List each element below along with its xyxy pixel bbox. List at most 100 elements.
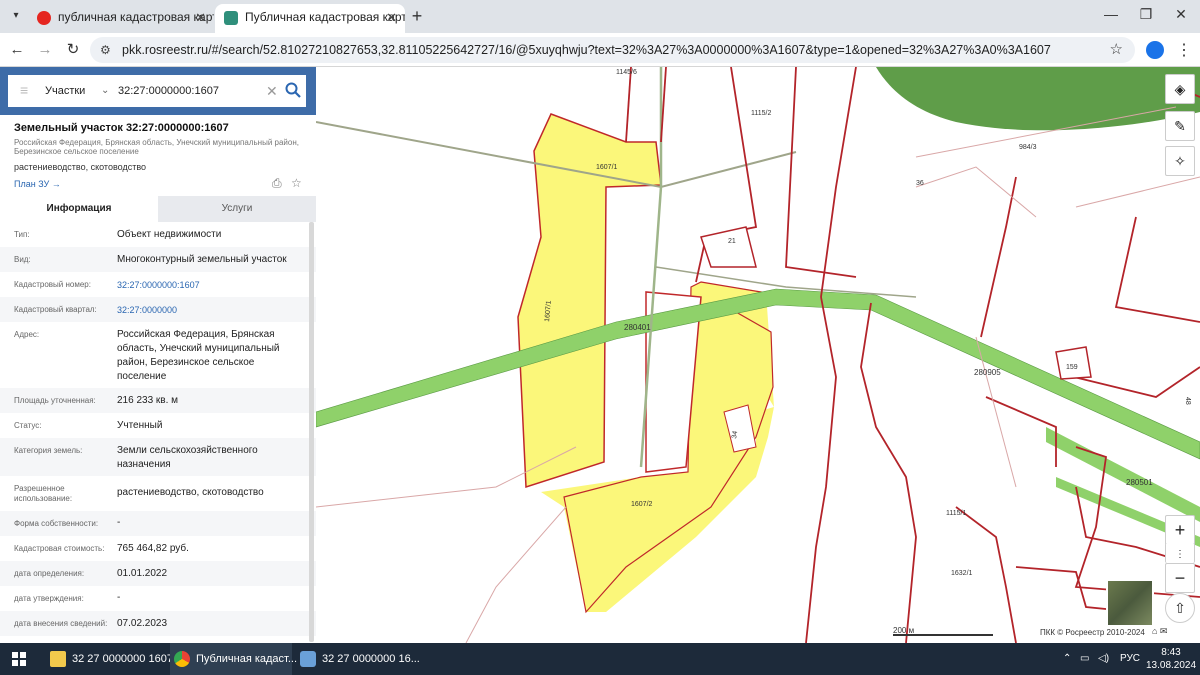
taskbar-item-viewer[interactable]: 32 27 0000000 16... [296, 643, 420, 675]
browser-tab-active[interactable]: Публичная кадастровая карта ✕ [215, 4, 405, 33]
browser-tab[interactable]: публичная кадастровая карта ✕ [28, 4, 214, 33]
reload-icon[interactable]: ↻ [63, 40, 83, 60]
search-input[interactable]: 32:27:0000000:1607 [118, 75, 219, 107]
info-row: Кадастровый квартал: 32:27:0000000 [0, 297, 316, 322]
close-tab-icon[interactable]: ✕ [386, 4, 397, 31]
map-label: 1115/2 [751, 110, 771, 117]
taskbar-label: 32 27 0000000 1607 [72, 653, 173, 665]
favorite-star-icon[interactable]: ☆ [291, 176, 302, 190]
info-row: дата определения: 01.01.2022 [0, 561, 316, 586]
volume-icon[interactable]: ◁) [1098, 643, 1109, 675]
info-value: 07.02.2023 [117, 618, 168, 629]
address-toolbar: ← → ↻ ⚙ pkk.rosreestr.ru/#/search/52.810… [0, 33, 1200, 67]
info-key: дата определения: [14, 569, 85, 578]
tab-search-chevron-icon[interactable]: ▾ [6, 6, 26, 26]
map-label: 984/3 [1019, 144, 1037, 151]
map-canvas[interactable]: 1145/6 1115/2 984/3 36 1607/1 1607/1 21 … [316, 67, 1200, 643]
plan-link[interactable]: План ЗУ → [14, 179, 61, 189]
menu-hamburger-icon[interactable]: ≡ [20, 83, 32, 97]
map-label: 1607/1 [596, 164, 618, 171]
parcel-title: Земельный участок 32:27:0000000:1607 [14, 122, 229, 134]
map-label: 36 [916, 180, 924, 187]
info-value: Многоконтурный земельный участок [117, 254, 287, 265]
parcel-21 [700, 226, 757, 268]
yandex-favicon-icon [37, 11, 51, 25]
layers-icon[interactable]: ◈ [1165, 74, 1195, 104]
cadastral-number-link[interactable]: 32:27:0000000:1607 [117, 278, 302, 292]
satellite-basemap-thumbnail[interactable] [1106, 579, 1154, 627]
info-key: Кадастровый квартал: [14, 305, 97, 314]
close-tab-icon[interactable]: ✕ [195, 4, 206, 31]
cadastral-quarter-link[interactable]: 32:27:0000000 [117, 303, 302, 317]
map-label: 48 [1184, 397, 1191, 405]
url-text: pkk.rosreestr.ru/#/search/52.81027210827… [122, 43, 1051, 57]
profile-avatar-icon[interactable] [1146, 41, 1164, 59]
search-icon[interactable] [284, 81, 302, 99]
tab-information[interactable]: Информация [0, 196, 158, 222]
folder-icon [50, 651, 66, 667]
info-key: Адрес: [14, 330, 40, 339]
info-key: Разрешенное использование: [14, 484, 73, 503]
locate-icon[interactable]: ✧ [1165, 146, 1195, 176]
search-box: ≡ Участки ⌄ 32:27:0000000:1607 ✕ [8, 75, 306, 107]
site-info-icon[interactable]: ⚙ [100, 37, 111, 63]
map-label: 34 [731, 430, 739, 439]
info-row: Разрешенное использование: растениеводст… [0, 476, 316, 511]
browser-tab-strip: ▾ публичная кадастровая карта ✕ Публична… [0, 0, 1200, 33]
taskbar-item-folder[interactable]: 32 27 0000000 1607 [46, 643, 173, 675]
new-tab-icon[interactable]: + [406, 5, 428, 27]
info-key: Категория земель: [14, 446, 83, 455]
language-indicator[interactable]: РУС [1120, 643, 1140, 675]
clear-icon[interactable]: ✕ [266, 75, 278, 107]
info-key: Тип: [14, 230, 30, 239]
parcel-1607-1 [517, 113, 662, 489]
zoom-out-icon[interactable]: − [1165, 563, 1195, 593]
print-icon[interactable]: ⎙ [272, 176, 282, 190]
home-icon[interactable]: ⌂ ✉ [1152, 626, 1167, 637]
address-bar[interactable]: ⚙ pkk.rosreestr.ru/#/search/52.810272108… [90, 37, 1135, 63]
map-label: 159 [1066, 364, 1078, 371]
chevron-down-icon[interactable]: ⌄ [101, 75, 109, 107]
card-actions: ⎙ ☆ [272, 176, 302, 191]
tab-services[interactable]: Услуги [158, 196, 316, 222]
search-type-select[interactable]: Участки [45, 75, 85, 107]
back-arrow-icon[interactable]: ← [7, 40, 27, 60]
minimize-icon[interactable]: — [1096, 6, 1126, 22]
info-key: Форма собственности: [14, 519, 99, 528]
taskbar-item-chrome[interactable]: Публичная кадаст... [170, 643, 297, 675]
photo-viewer-icon [300, 651, 316, 667]
close-window-icon[interactable]: ✕ [1166, 6, 1196, 23]
info-value: 216 233 кв. м [117, 395, 179, 406]
bookmark-star-icon[interactable]: ☆ [1110, 37, 1123, 63]
ruler-icon[interactable]: ✎ [1165, 111, 1195, 141]
parcel-address: Российская Федерация, Брянская область, … [14, 138, 299, 156]
zoom-more-icon[interactable]: ⋮ [1165, 543, 1195, 563]
maximize-icon[interactable]: ❐ [1131, 6, 1161, 23]
panel-scrollbar[interactable] [309, 222, 314, 642]
compass-icon[interactable]: ⇧ [1165, 593, 1195, 623]
forward-arrow-icon[interactable]: → [35, 40, 55, 60]
info-row: Вид: Многоконтурный земельный участок [0, 247, 316, 272]
system-clock[interactable]: 8:43 13.08.2024 [1146, 646, 1196, 672]
windows-start-icon[interactable] [12, 652, 26, 666]
chrome-icon [174, 651, 190, 667]
network-icon[interactable]: ▭ [1080, 643, 1089, 675]
clock-date: 13.08.2024 [1146, 660, 1197, 671]
cadastral-map[interactable]: 1145/6 1115/2 984/3 36 1607/1 1607/1 21 … [316, 67, 1200, 643]
info-row: Кадастровая стоимость: 765 464,82 руб. [0, 536, 316, 561]
info-key: Площадь уточненная: [14, 396, 96, 405]
zoom-in-icon[interactable]: + [1165, 515, 1195, 545]
info-key: Кадастровая стоимость: [14, 544, 105, 553]
map-label: 1115/1 [946, 510, 966, 517]
info-key: Кадастровый номер: [14, 280, 91, 289]
clock-time: 8:43 [1161, 647, 1181, 658]
search-header: ≡ Участки ⌄ 32:27:0000000:1607 ✕ [0, 67, 316, 115]
taskbar-label: Публичная кадаст... [196, 653, 298, 665]
map-label: 280401 [624, 323, 651, 332]
scale-bar [893, 634, 993, 636]
info-value: - [117, 517, 121, 528]
info-row: дата внесения сведений: 07.02.2023 [0, 611, 316, 636]
browser-menu-icon[interactable]: ⋮ [1176, 40, 1192, 60]
info-row: Статус: Учтенный [0, 413, 316, 438]
show-hidden-icons-icon[interactable]: ⌃ [1063, 643, 1071, 675]
